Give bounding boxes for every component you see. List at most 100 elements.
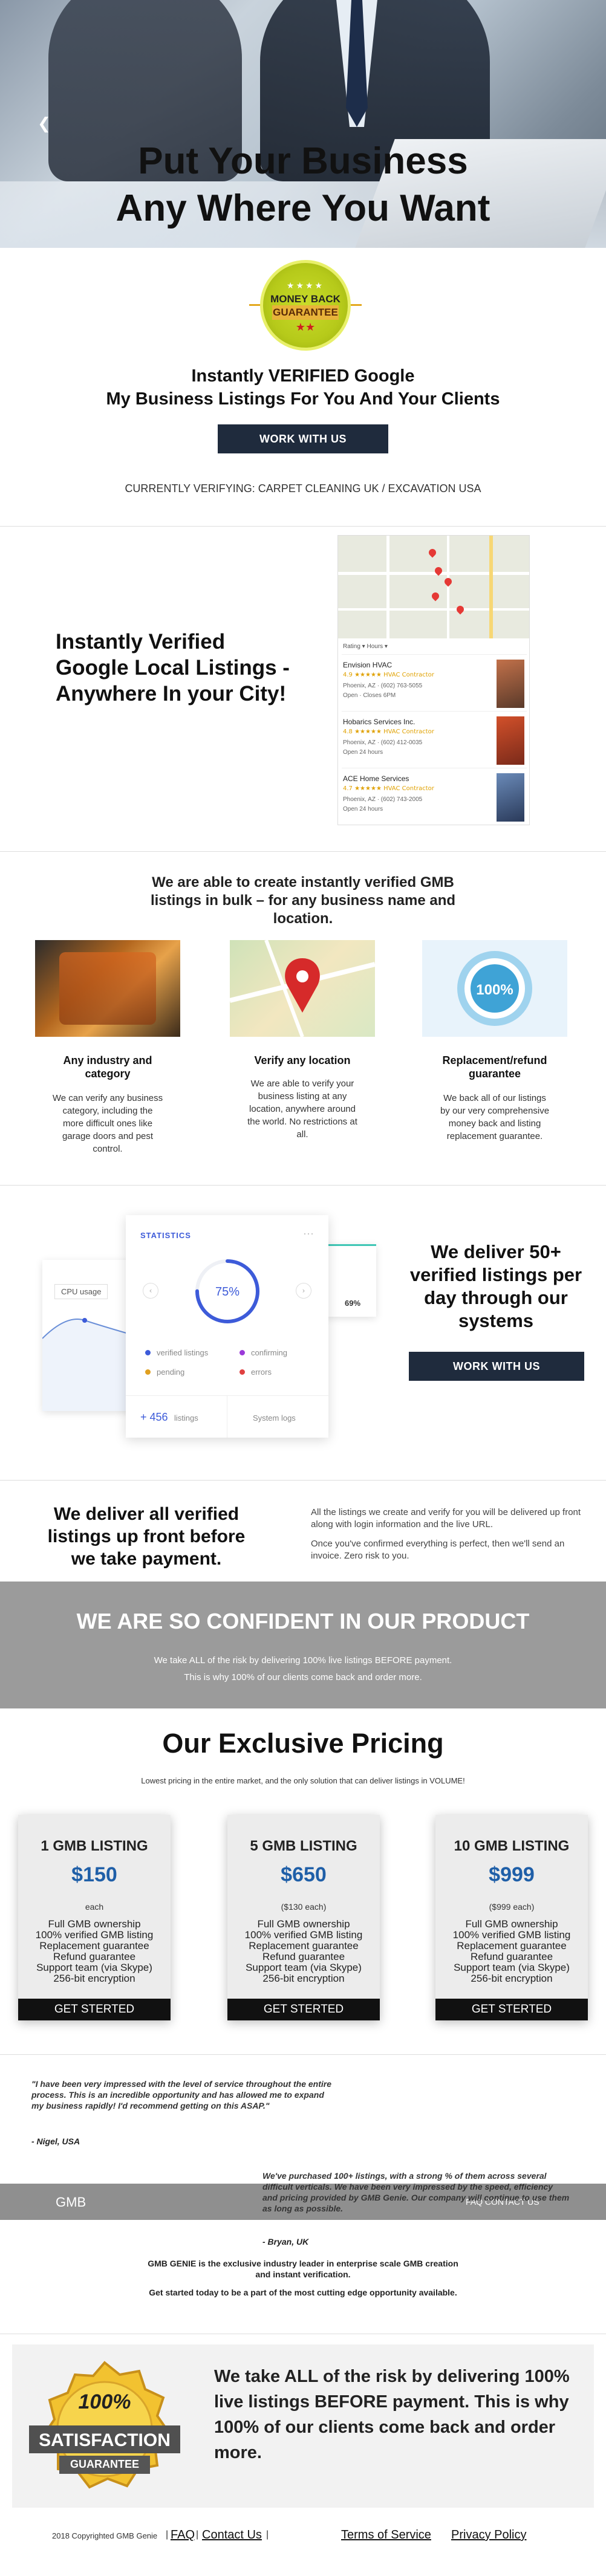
work-with-us-button-2[interactable]: WORK WITH US [409, 1352, 584, 1381]
bulk-heading-line2: listings in bulk – for any business name… [150, 892, 456, 909]
divider [0, 1480, 606, 1481]
confidence-banner: WE ARE SO CONFIDENT IN OUR PRODUCT We ta… [0, 1582, 606, 1708]
plan-unit: ($999 each) [489, 1902, 535, 1912]
footer-separator: | [166, 2529, 169, 2540]
bulk-heading: We are able to create instantly verified… [0, 874, 606, 928]
tool-belt-image [35, 940, 180, 1037]
local-heading-line3: Anywhere In your City! [56, 682, 287, 706]
seal-satisfaction: SATISFACTION [39, 2430, 171, 2450]
footer-terms-link[interactable]: Terms of Service [341, 2528, 431, 2542]
get-started-button[interactable]: GET STERTED [435, 1999, 588, 2020]
feature-title: Replacement/refund guarantee [442, 1054, 547, 1080]
map-listing-item[interactable]: ACE Home Services 4.7 ★★★★★ HVAC Contrac… [342, 768, 527, 834]
progress-percent: 75% [215, 1285, 240, 1299]
feature-description: We back all of our listings by our very c… [440, 1093, 550, 1141]
small-percent-value: 69% [345, 1299, 361, 1308]
listing-rating: 4.9 ★★★★★ HVAC Contractor [343, 672, 434, 678]
divider [0, 1185, 606, 1186]
listing-rating: 4.8 ★★★★★ HVAC Contractor [343, 728, 434, 735]
deliver-50-heading: We deliver 50+ verified listings per day t… [409, 1241, 582, 1331]
listing-hours: Open · Closes 6PM [343, 692, 396, 699]
footer-separator: | [266, 2529, 269, 2540]
plan-unit: ($130 each) [281, 1902, 327, 1912]
local-heading-line2: Google Local Listings - [56, 656, 290, 680]
plan-price: $150 [71, 1863, 117, 1886]
svg-text:100%: 100% [476, 982, 513, 998]
divider [0, 526, 606, 527]
local-listings-heading: Instantly Verified Google Local Listings… [56, 629, 290, 707]
seal-guarantee: GUARANTEE [70, 2458, 139, 2470]
listing-thumbnail [497, 660, 524, 708]
plan-name: 10 GMB LISTING [454, 1838, 570, 1854]
listing-address: Phoenix, AZ · (602) 412-0035 [343, 739, 423, 746]
footer-separator: | [196, 2529, 199, 2540]
listings-count-label: listings [174, 1413, 198, 1423]
chevron-left-icon[interactable]: ‹ [143, 1283, 158, 1299]
badge-stars-bottom: ★★ [295, 321, 316, 334]
badge-ribbon: GUARANTEE [272, 305, 339, 320]
confidence-line1: We take ALL of the risk by delivering 10… [154, 1655, 452, 1666]
chevron-right-icon[interactable]: › [296, 1283, 311, 1299]
statistics-widget: STATISTICS ··· ‹ › 75% verified listings… [126, 1215, 328, 1438]
listing-thumbnail [497, 716, 524, 765]
footer-contact-link[interactable]: Contact Us [202, 2528, 262, 2542]
listing-hours: Open 24 hours [343, 806, 383, 813]
chevron-left-icon[interactable]: ❮ [37, 115, 51, 133]
upfront-heading: We deliver all verified listings up front… [47, 1504, 246, 1569]
local-heading-line1: Instantly Verified [56, 630, 226, 654]
seal-percent: 100% [78, 2390, 131, 2413]
divider [0, 2054, 606, 2055]
listing-hours: Open 24 hours [343, 749, 383, 756]
feature-description: We can verify any business category, incl… [52, 1093, 163, 1154]
intro-headline-line2: My Business Listings For You And Your Cl… [106, 389, 500, 409]
plan-features: Full GMB ownership 100% verified GMB list… [452, 1918, 571, 1984]
google-maps-card: Rating ▾ Hours ▾ Envision HVAC 4.9 ★★★★★… [337, 535, 530, 825]
testimonial-author: - Nigel, USA [31, 2136, 80, 2146]
legend-item: verified listings [145, 1348, 208, 1357]
map-view[interactable] [338, 536, 529, 638]
hero-headline-line1: Put Your Business [138, 140, 468, 182]
satisfaction-guarantee-seal: 100% SATISFACTION GUARANTEE [23, 2358, 186, 2503]
hero-headline-line2: Any Where You Want [116, 187, 490, 229]
plan-price: $999 [489, 1863, 535, 1886]
footer-privacy-link[interactable]: Privacy Policy [451, 2528, 526, 2542]
testimonial-author: - Bryan, UK [262, 2237, 309, 2247]
legend-item: confirming [239, 1348, 287, 1357]
pricing-title: Our Exclusive Pricing [162, 1728, 444, 1759]
work-with-us-button[interactable]: WORK WITH US [218, 424, 388, 453]
listing-name: ACE Home Services [343, 774, 409, 783]
badge-money-back: MONEY BACK [270, 293, 340, 305]
bulk-heading-line1: We are able to create instantly verified… [152, 874, 454, 891]
plan-price: $650 [281, 1863, 327, 1886]
satisfaction-text: We take ALL of the risk by delivering 10… [214, 2367, 570, 2462]
map-pin-image [230, 940, 375, 1037]
feature-description: We are able to verify your business listi… [247, 1079, 357, 1140]
map-filter-row[interactable]: Rating ▾ Hours ▾ [343, 643, 388, 650]
pricing-card: 10 GMB LISTING $999 ($999 each) Full GMB… [435, 1815, 588, 2020]
footer-faq-link[interactable]: FAQ [171, 2528, 195, 2542]
legend-item: pending [145, 1367, 184, 1377]
statistics-title: STATISTICS [140, 1231, 191, 1240]
system-logs-link[interactable]: System logs [253, 1413, 296, 1423]
testimonial-quote: "I have been very impressed with the lev… [31, 2079, 332, 2110]
legend-item: errors [239, 1367, 272, 1377]
genie-statement: GMB GENIE is the exclusive industry lead… [148, 2259, 458, 2297]
feature-title: Any industry and category [63, 1054, 152, 1080]
listings-count: + 456 [140, 1411, 168, 1423]
upfront-paragraph: All the listings we create and verify fo… [311, 1507, 581, 1561]
get-started-button[interactable]: GET STERTED [18, 1999, 171, 2020]
gmb-logo-text[interactable]: GMB [56, 2195, 86, 2210]
pricing-card: 1 GMB LISTING $150 each Full GMB ownersh… [18, 1815, 171, 2020]
feature-title: Verify any location [254, 1054, 351, 1066]
plan-features: Full GMB ownership 100% verified GMB list… [35, 1918, 154, 1984]
currently-verifying-text: CURRENTLY VERIFYING: CARPET CLEANING UK … [125, 482, 481, 495]
plan-unit: each [85, 1902, 104, 1912]
listing-thumbnail [497, 773, 524, 822]
more-menu-icon[interactable]: ··· [303, 1227, 314, 1240]
pricing-card: 5 GMB LISTING $650 ($130 each) Full GMB … [227, 1815, 380, 2020]
guarantee-seal-image: 100% [422, 940, 567, 1037]
bulk-heading-line3: location. [273, 910, 333, 927]
listing-address: Phoenix, AZ · (602) 763-5055 [343, 683, 423, 689]
get-started-button[interactable]: GET STERTED [227, 1999, 380, 2020]
plan-features: Full GMB ownership 100% verified GMB list… [244, 1918, 363, 1984]
